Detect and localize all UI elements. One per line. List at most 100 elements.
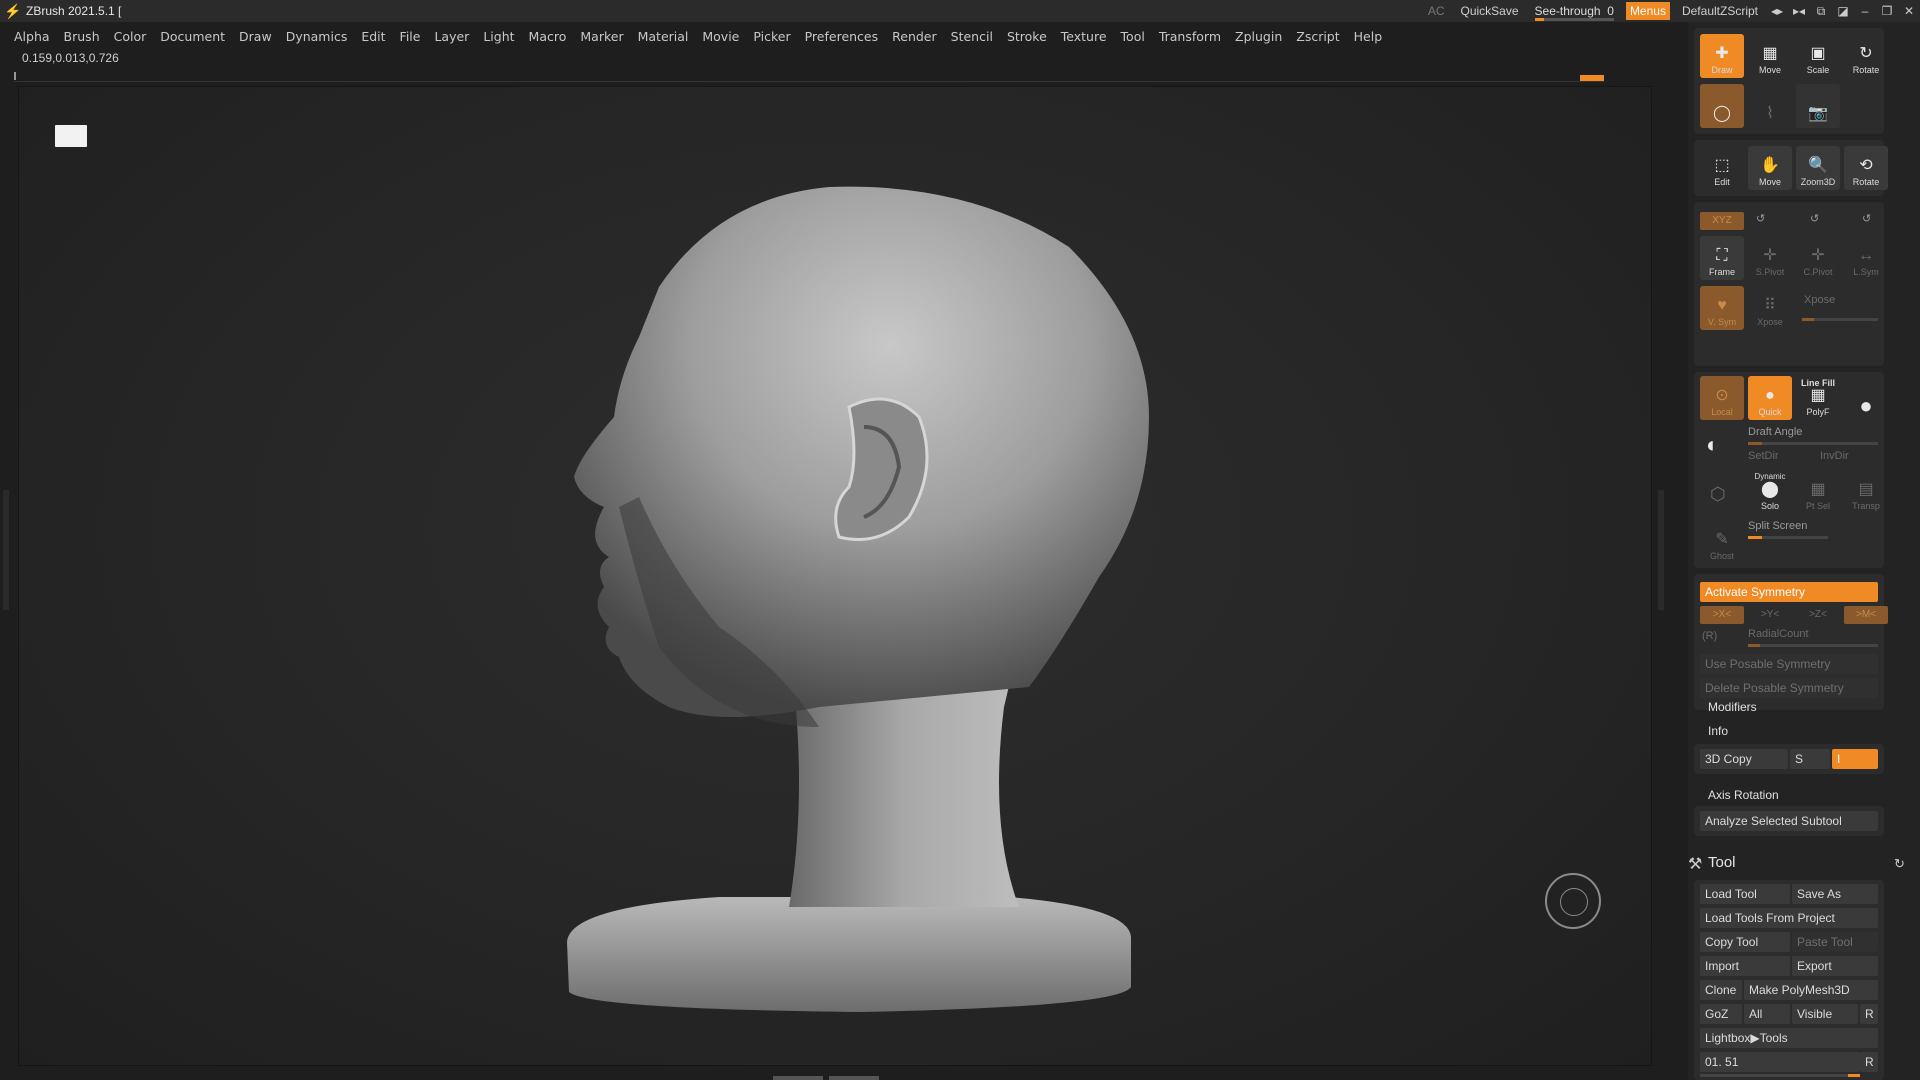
setdir-button[interactable]: SetDir: [1748, 450, 1779, 462]
rotate-transform-button[interactable]: ↻ Rotate: [1844, 34, 1888, 78]
rotate-view-button[interactable]: ⟲ Rotate: [1844, 146, 1888, 190]
copy3d-button[interactable]: 3D Copy: [1700, 749, 1788, 769]
colors-icon[interactable]: ◪: [1832, 4, 1854, 18]
seethrough-slider[interactable]: See-through 0: [1527, 4, 1622, 21]
ui-expand-icon[interactable]: ▸◂: [1788, 4, 1810, 18]
sym-x-button[interactable]: >X<: [1700, 606, 1744, 624]
info-section[interactable]: Info: [1708, 724, 1728, 738]
goz-visible-button[interactable]: Visible: [1792, 1004, 1858, 1024]
goz-r-button[interactable]: R: [1860, 1004, 1878, 1024]
cpivot-button[interactable]: ✛ C.Pivot: [1796, 236, 1840, 280]
axis-rotation-section[interactable]: Axis Rotation: [1708, 788, 1779, 802]
use-posable-symmetry-button[interactable]: Use Posable Symmetry: [1700, 654, 1878, 674]
lsym-button[interactable]: ↔ L.Sym: [1844, 236, 1888, 280]
zoom3d-button[interactable]: 🔍 Zoom3D: [1796, 146, 1840, 190]
menus-toggle-button[interactable]: Menus: [1625, 2, 1670, 20]
ghost-button[interactable]: ✎ Ghost: [1700, 520, 1744, 564]
contrast-icon[interactable]: ◐: [1706, 432, 1719, 458]
menu-zscript[interactable]: Zscript: [1296, 29, 1339, 44]
perspective-icon[interactable]: [55, 125, 87, 147]
split-screen-slider[interactable]: [1748, 536, 1828, 539]
load-tools-from-project-button[interactable]: Load Tools From Project: [1700, 908, 1878, 928]
axis-y-icon[interactable]: ↺: [1756, 212, 1765, 225]
sculpt-brush-button[interactable]: ◯: [1700, 84, 1744, 128]
xyz-button[interactable]: XYZ: [1700, 212, 1744, 230]
clone-button[interactable]: Clone: [1700, 980, 1742, 1000]
quick-button[interactable]: ● Quick: [1748, 376, 1792, 420]
move-transform-button[interactable]: ▦ Move: [1748, 34, 1792, 78]
right-tray-handle[interactable]: [1658, 490, 1664, 610]
menu-file[interactable]: File: [400, 29, 421, 44]
draft-angle-slider[interactable]: [1748, 442, 1878, 445]
menu-stencil[interactable]: Stencil: [951, 29, 993, 44]
export-button[interactable]: Export: [1792, 956, 1878, 976]
tool-palette-title[interactable]: Tool: [1708, 854, 1736, 871]
menu-macro[interactable]: Macro: [529, 29, 567, 44]
default-zscript-button[interactable]: DefaultZScript: [1674, 4, 1766, 18]
vsym-button[interactable]: ♥ V. Sym: [1700, 286, 1744, 330]
menu-help[interactable]: Help: [1354, 29, 1383, 44]
menu-stroke[interactable]: Stroke: [1007, 29, 1047, 44]
quicksave-button[interactable]: QuickSave: [1453, 4, 1527, 18]
paste-tool-button[interactable]: Paste Tool: [1792, 932, 1878, 952]
menu-material[interactable]: Material: [638, 29, 689, 44]
menu-alpha[interactable]: Alpha: [14, 29, 50, 44]
radial-count-slider[interactable]: [1748, 644, 1878, 647]
menu-render[interactable]: Render: [892, 29, 937, 44]
polyf-button[interactable]: Line Fill ▦ PolyF: [1796, 376, 1840, 420]
goz-all-button[interactable]: All: [1744, 1004, 1790, 1024]
axis-x-icon[interactable]: ↺: [1862, 212, 1871, 225]
lightbox-tools-button[interactable]: Lightbox▶Tools: [1700, 1028, 1878, 1048]
menu-brush[interactable]: Brush: [64, 29, 100, 44]
material-button[interactable]: ●: [1844, 376, 1888, 420]
transp-button[interactable]: ▤ Transp: [1844, 470, 1888, 514]
menu-preferences[interactable]: Preferences: [805, 29, 879, 44]
copy-tool-button[interactable]: Copy Tool: [1700, 932, 1790, 952]
refresh-icon[interactable]: ↻: [1894, 856, 1905, 872]
menu-dynamics[interactable]: Dynamics: [286, 29, 348, 44]
menu-transform[interactable]: Transform: [1159, 29, 1221, 44]
axis-z-icon[interactable]: ↺: [1810, 212, 1819, 225]
menu-picker[interactable]: Picker: [753, 29, 790, 44]
menu-movie[interactable]: Movie: [702, 29, 739, 44]
import-button[interactable]: Import: [1700, 956, 1790, 976]
load-tool-button[interactable]: Load Tool: [1700, 884, 1790, 904]
solo-button[interactable]: Dynamic ⬤ Solo: [1748, 470, 1792, 514]
navigation-gizmo[interactable]: [1545, 873, 1601, 929]
menu-tool[interactable]: Tool: [1121, 29, 1145, 44]
make-polymesh3d-button[interactable]: Make PolyMesh3D: [1744, 980, 1878, 1000]
timeline-ruler[interactable]: [14, 72, 1604, 82]
xpose-icon-button[interactable]: ⠿ Xpose: [1748, 286, 1792, 330]
bottom-tray-handle[interactable]: [770, 1070, 900, 1080]
activate-symmetry-button[interactable]: Activate Symmetry: [1700, 582, 1878, 602]
delete-posable-symmetry-button[interactable]: Delete Posable Symmetry: [1700, 678, 1878, 698]
move-view-button[interactable]: ✋ Move: [1748, 146, 1792, 190]
close-icon[interactable]: ✕: [1898, 4, 1920, 18]
sym-z-button[interactable]: >Z<: [1796, 606, 1840, 624]
menu-light[interactable]: Light: [483, 29, 514, 44]
tool-slider[interactable]: 01. 51: [1700, 1052, 1860, 1072]
invdir-button[interactable]: InvDir: [1820, 450, 1849, 462]
left-tray-handle[interactable]: [3, 490, 9, 610]
canvas-viewport[interactable]: [18, 86, 1652, 1066]
ac-label[interactable]: AC: [1420, 4, 1453, 18]
restore-icon[interactable]: ❐: [1876, 4, 1898, 18]
layout-icon[interactable]: ⧉: [1810, 4, 1832, 19]
copy3d-i-button[interactable]: I: [1832, 749, 1878, 769]
goz-button[interactable]: GoZ: [1700, 1004, 1742, 1024]
cube-icon[interactable]: ⬡: [1710, 484, 1726, 505]
menu-draw[interactable]: Draw: [239, 29, 272, 44]
radial-r-button[interactable]: (R): [1702, 630, 1717, 642]
local-button[interactable]: ⊙ Local: [1700, 376, 1744, 420]
menu-marker[interactable]: Marker: [580, 29, 623, 44]
sym-m-button[interactable]: >M<: [1844, 606, 1888, 624]
menu-edit[interactable]: Edit: [361, 29, 385, 44]
spivot-button[interactable]: ✛ S.Pivot: [1748, 236, 1792, 280]
tool-pin-icon[interactable]: ⚒: [1688, 854, 1702, 874]
copy3d-s-button[interactable]: S: [1790, 749, 1830, 769]
modifiers-section[interactable]: Modifiers: [1708, 700, 1757, 714]
timeline-marker[interactable]: [1580, 75, 1604, 81]
draw-button[interactable]: ✚ Draw: [1700, 34, 1744, 78]
sym-y-button[interactable]: >Y<: [1748, 606, 1792, 624]
menu-color[interactable]: Color: [114, 29, 147, 44]
